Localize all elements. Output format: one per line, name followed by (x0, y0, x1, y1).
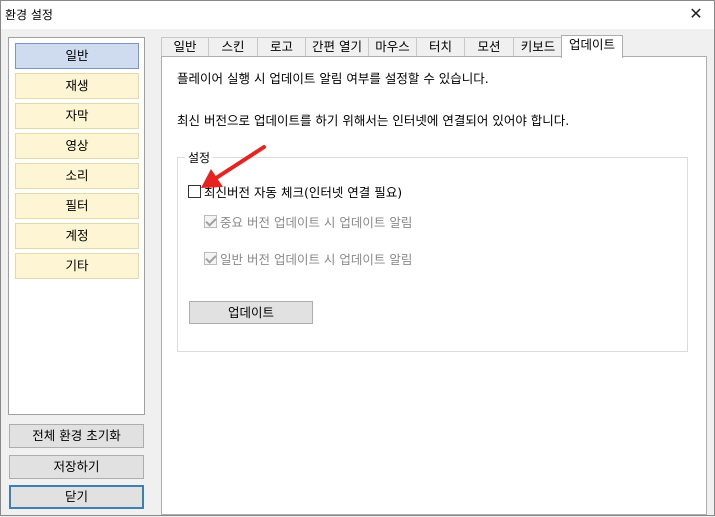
title-bar: 환경 설정 ✕ (1, 1, 714, 29)
auto-check-option[interactable]: 최신버전 자동 체크(인터넷 연결 필요) (188, 182, 402, 201)
tab-skin[interactable]: 스킨 (208, 37, 258, 57)
sidebar-item-etc[interactable]: 기타 (15, 253, 139, 279)
tab-quick-open[interactable]: 간편 열기 (305, 37, 369, 57)
tab-mouse[interactable]: 마우스 (368, 37, 417, 57)
group-label: 설정 (185, 149, 214, 166)
tab-motion[interactable]: 모션 (464, 37, 514, 57)
normal-update-alert-option: 일반 버전 업데이트 시 업데이트 알림 (204, 249, 412, 268)
sidebar-item-sound[interactable]: 소리 (15, 163, 139, 189)
close-icon[interactable]: ✕ (684, 3, 708, 25)
close-button[interactable]: 닫기 (9, 485, 144, 509)
tab-keyboard[interactable]: 키보드 (513, 37, 563, 57)
normal-update-alert-label: 일반 버전 업데이트 시 업데이트 알림 (220, 252, 413, 267)
major-update-alert-checkbox (204, 215, 217, 228)
sidebar-item-general[interactable]: 일반 (15, 43, 139, 69)
update-description: 플레이어 실행 시 업데이트 알림 여부를 설정할 수 있습니다. (177, 71, 489, 86)
major-update-alert-option: 중요 버전 업데이트 시 업데이트 알림 (204, 212, 412, 231)
settings-groupbox: 설정 최신버전 자동 체크(인터넷 연결 필요) 중요 버전 업데이트 시 업데… (177, 149, 688, 352)
normal-update-alert-checkbox (204, 252, 217, 265)
window-title: 환경 설정 (5, 8, 53, 22)
update-button[interactable]: 업데이트 (189, 301, 313, 324)
major-update-alert-label: 중요 버전 업데이트 시 업데이트 알림 (220, 215, 413, 230)
sidebar-item-filter[interactable]: 필터 (15, 193, 139, 219)
auto-check-checkbox[interactable] (188, 185, 201, 198)
sidebar-item-playback[interactable]: 재생 (15, 73, 139, 99)
tab-general[interactable]: 일반 (161, 37, 209, 57)
save-button[interactable]: 저장하기 (9, 455, 144, 479)
auto-check-label: 최신버전 자동 체크(인터넷 연결 필요) (204, 185, 403, 200)
sidebar-item-account[interactable]: 계정 (15, 223, 139, 249)
sidebar-item-video[interactable]: 영상 (15, 133, 139, 159)
update-settings-panel: 플레이어 실행 시 업데이트 알림 여부를 설정할 수 있습니다. 최신 버전으… (161, 56, 707, 515)
tab-touch[interactable]: 터치 (416, 37, 465, 57)
tab-update[interactable]: 업데이트 (561, 35, 623, 58)
sidebar-item-subtitles[interactable]: 자막 (15, 103, 139, 129)
settings-window: 환경 설정 ✕ 일반 재생 자막 영상 소리 필터 계정 기타 전체 환경 초기… (0, 0, 715, 516)
tab-logo[interactable]: 로고 (257, 37, 306, 57)
reset-all-button[interactable]: 전체 환경 초기화 (9, 424, 144, 448)
internet-requirement-note: 최신 버전으로 업데이트를 하기 위해서는 인터넷에 연결되어 있어야 합니다. (177, 113, 570, 128)
settings-category-list: 일반 재생 자막 영상 소리 필터 계정 기타 (8, 37, 145, 415)
